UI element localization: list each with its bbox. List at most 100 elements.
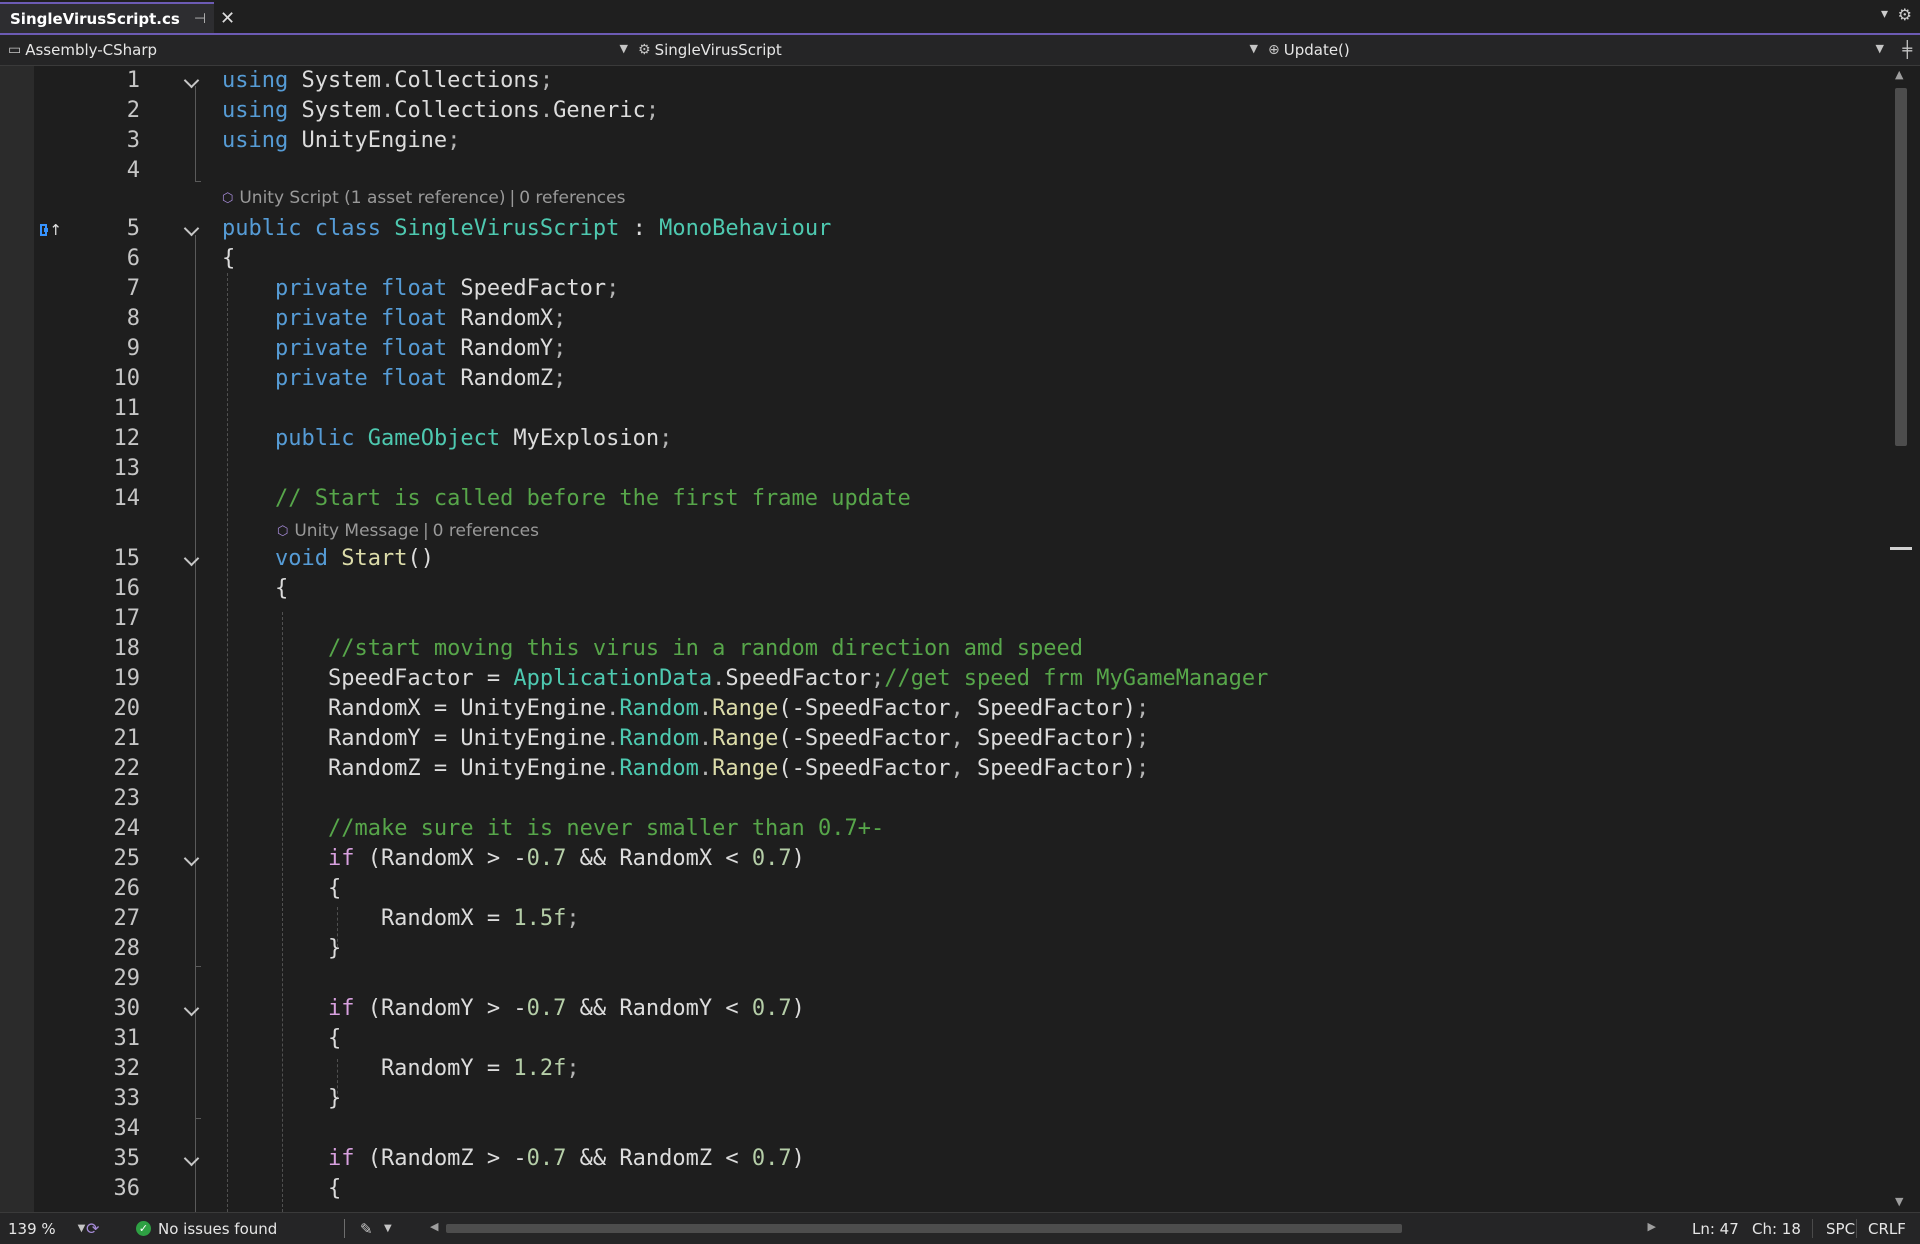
gear-icon[interactable]: ⚙ <box>1898 5 1912 24</box>
code-line[interactable]: 17 <box>0 604 1880 634</box>
type-dropdown[interactable]: ⚙ SingleVirusScript ▼ <box>638 35 1258 65</box>
code-line[interactable]: 24 //make sure it is never smaller than … <box>0 814 1880 844</box>
line-number: 30 <box>113 996 141 1021</box>
line-indicator[interactable]: Ln: 47 <box>1692 1213 1739 1244</box>
codelens-references[interactable]: 0 references <box>519 188 625 208</box>
member-dropdown[interactable]: ⊕ Update() ▼ <box>1268 35 1884 65</box>
code-text: { <box>222 876 342 901</box>
code-line[interactable]: 10 private float RandomZ; <box>0 364 1880 394</box>
code-text: RandomZ = UnityEngine.Random.Range(-Spee… <box>222 756 1150 781</box>
pin-icon[interactable]: ⊣ <box>194 11 206 27</box>
code-line[interactable]: 1 using System.Collections; <box>0 66 1880 96</box>
code-text: private float RandomY; <box>274 336 567 361</box>
code-text: void Start() <box>274 546 434 571</box>
code-line[interactable]: 18 //start moving this virus in a random… <box>0 634 1880 664</box>
codelens-asset-reference[interactable]: Unity Script (1 asset reference) <box>239 188 505 208</box>
vertical-scrollbar[interactable]: ▲ ▼ <box>1890 66 1912 1212</box>
issues-indicator[interactable]: ✓ No issues found <box>136 1213 277 1244</box>
code-text: public GameObject MyExplosion; <box>274 426 673 451</box>
code-line[interactable]: 19 SpeedFactor = ApplicationData.SpeedFa… <box>0 664 1880 694</box>
code-line[interactable]: 16 { <box>0 574 1880 604</box>
code-line[interactable]: 32 RandomY = 1.2f; <box>0 1054 1880 1084</box>
codelens-references[interactable]: 0 references <box>433 521 539 541</box>
line-number: 17 <box>113 606 141 631</box>
code-line[interactable]: 4 <box>0 156 1880 186</box>
code-line[interactable]: 35 if (RandomZ > -0.7 && RandomZ < 0.7) <box>0 1144 1880 1174</box>
project-name: Assembly-CSharp <box>25 41 158 59</box>
line-number: 3 <box>126 128 140 153</box>
code-text: if (RandomY > -0.7 && RandomY < 0.7) <box>327 996 805 1021</box>
tab-list-dropdown-icon[interactable]: ▾ <box>1881 6 1888 22</box>
line-number: 4 <box>126 158 140 183</box>
project-dropdown[interactable]: ▭ Assembly-CSharp ▼ <box>8 35 628 65</box>
code-line[interactable]: 8 private float RandomX; <box>0 304 1880 334</box>
code-line[interactable]: 12 public GameObject MyExplosion; <box>0 424 1880 454</box>
horizontal-scrollbar[interactable]: ◀ ▶ <box>428 1220 1658 1235</box>
code-text: RandomY = 1.2f; <box>222 1056 580 1081</box>
code-line[interactable]: 7 private float SpeedFactor; <box>0 274 1880 304</box>
code-line[interactable]: 6 { <box>0 244 1880 274</box>
fold-toggle-icon[interactable] <box>183 72 200 89</box>
whitespace-indicator[interactable]: SPC <box>1826 1213 1855 1244</box>
scrollbar-thumb[interactable] <box>446 1224 1402 1233</box>
code-text: RandomX = UnityEngine.Random.Range(-Spee… <box>222 696 1150 721</box>
code-line[interactable]: 13 <box>0 454 1880 484</box>
codelens-class[interactable]: ⬡ Unity Script (1 asset reference) | 0 r… <box>222 187 625 209</box>
type-name: SingleVirusScript <box>654 41 782 59</box>
scroll-left-icon[interactable]: ◀ <box>430 1220 438 1233</box>
code-line[interactable]: 26 { <box>0 874 1880 904</box>
navigation-bar: ▭ Assembly-CSharp ▼ ⚙ SingleVirusScript … <box>0 35 1920 66</box>
code-line[interactable]: 3 using UnityEngine; <box>0 126 1880 156</box>
code-line[interactable]: 29 <box>0 964 1880 994</box>
code-line[interactable]: 5 public class SingleVirusScript : MonoB… <box>0 214 1880 244</box>
code-line[interactable]: 28 } <box>0 934 1880 964</box>
code-line[interactable]: 36 { <box>0 1174 1880 1204</box>
code-line[interactable]: 2 using System.Collections.Generic; <box>0 96 1880 126</box>
close-icon[interactable]: ✕ <box>220 8 235 29</box>
scroll-right-icon[interactable]: ▶ <box>1648 1220 1656 1233</box>
line-number: 19 <box>113 666 141 691</box>
codelens-unity-message[interactable]: Unity Message <box>294 521 419 541</box>
code-line[interactable]: 27 RandomX = 1.5f; <box>0 904 1880 934</box>
line-number: 16 <box>113 576 141 601</box>
code-text: { <box>222 1176 342 1201</box>
code-line[interactable]: 14 // Start is called before the first f… <box>0 484 1880 514</box>
fold-toggle-icon[interactable] <box>183 1000 200 1017</box>
code-line[interactable]: 23 <box>0 784 1880 814</box>
chevron-down-icon[interactable]: ▼ <box>384 1213 392 1244</box>
fold-toggle-icon[interactable] <box>183 220 200 237</box>
fold-toggle-icon[interactable] <box>183 550 200 567</box>
chevron-down-icon: ▼ <box>1249 42 1258 55</box>
line-number: 7 <box>126 276 140 301</box>
code-line[interactable]: 25 if (RandomX > -0.7 && RandomX < 0.7) <box>0 844 1880 874</box>
codelens-start[interactable]: ⬡ Unity Message | 0 references <box>277 520 539 542</box>
code-line[interactable]: 34 <box>0 1114 1880 1144</box>
line-number: 14 <box>113 486 141 511</box>
scrollbar-thumb[interactable] <box>1895 88 1907 446</box>
code-line[interactable]: 30 if (RandomY > -0.7 && RandomY < 0.7) <box>0 994 1880 1024</box>
scroll-down-icon[interactable]: ▼ <box>1895 1195 1903 1208</box>
code-line[interactable]: 31 { <box>0 1024 1880 1054</box>
code-text: RandomY = UnityEngine.Random.Range(-Spee… <box>222 726 1150 751</box>
code-line[interactable]: 15 void Start() <box>0 544 1880 574</box>
code-editor[interactable]: ↑ ⬡ Unity Script (1 asset reference) | 0… <box>0 66 1920 1212</box>
copilot-icon[interactable]: ⟳ <box>86 1213 99 1244</box>
line-number: 10 <box>113 366 141 391</box>
fold-toggle-icon[interactable] <box>183 850 200 867</box>
split-window-icon[interactable]: ╪ <box>1902 40 1912 59</box>
fold-toggle-icon[interactable] <box>183 1150 200 1167</box>
code-line[interactable]: 22 RandomZ = UnityEngine.Random.Range(-S… <box>0 754 1880 784</box>
chevron-down-icon: ▼ <box>77 1223 86 1234</box>
code-line[interactable]: 11 <box>0 394 1880 424</box>
code-line[interactable]: 9 private float RandomY; <box>0 334 1880 364</box>
scroll-up-icon[interactable]: ▲ <box>1895 68 1903 81</box>
column-indicator[interactable]: Ch: 18 <box>1752 1213 1801 1244</box>
code-line[interactable]: 20 RandomX = UnityEngine.Random.Range(-S… <box>0 694 1880 724</box>
code-line[interactable]: 21 RandomY = UnityEngine.Random.Range(-S… <box>0 724 1880 754</box>
zoom-dropdown[interactable]: 139 % ▼ <box>8 1213 85 1244</box>
document-tab[interactable]: SingleVirusScript.cs ⊣ ✕ <box>0 2 235 33</box>
line-ending-indicator[interactable]: CRLF <box>1868 1213 1906 1244</box>
code-cleanup-icon[interactable]: ✎ <box>360 1213 373 1244</box>
code-line[interactable]: 33 } <box>0 1084 1880 1114</box>
code-text: } <box>222 1086 342 1111</box>
